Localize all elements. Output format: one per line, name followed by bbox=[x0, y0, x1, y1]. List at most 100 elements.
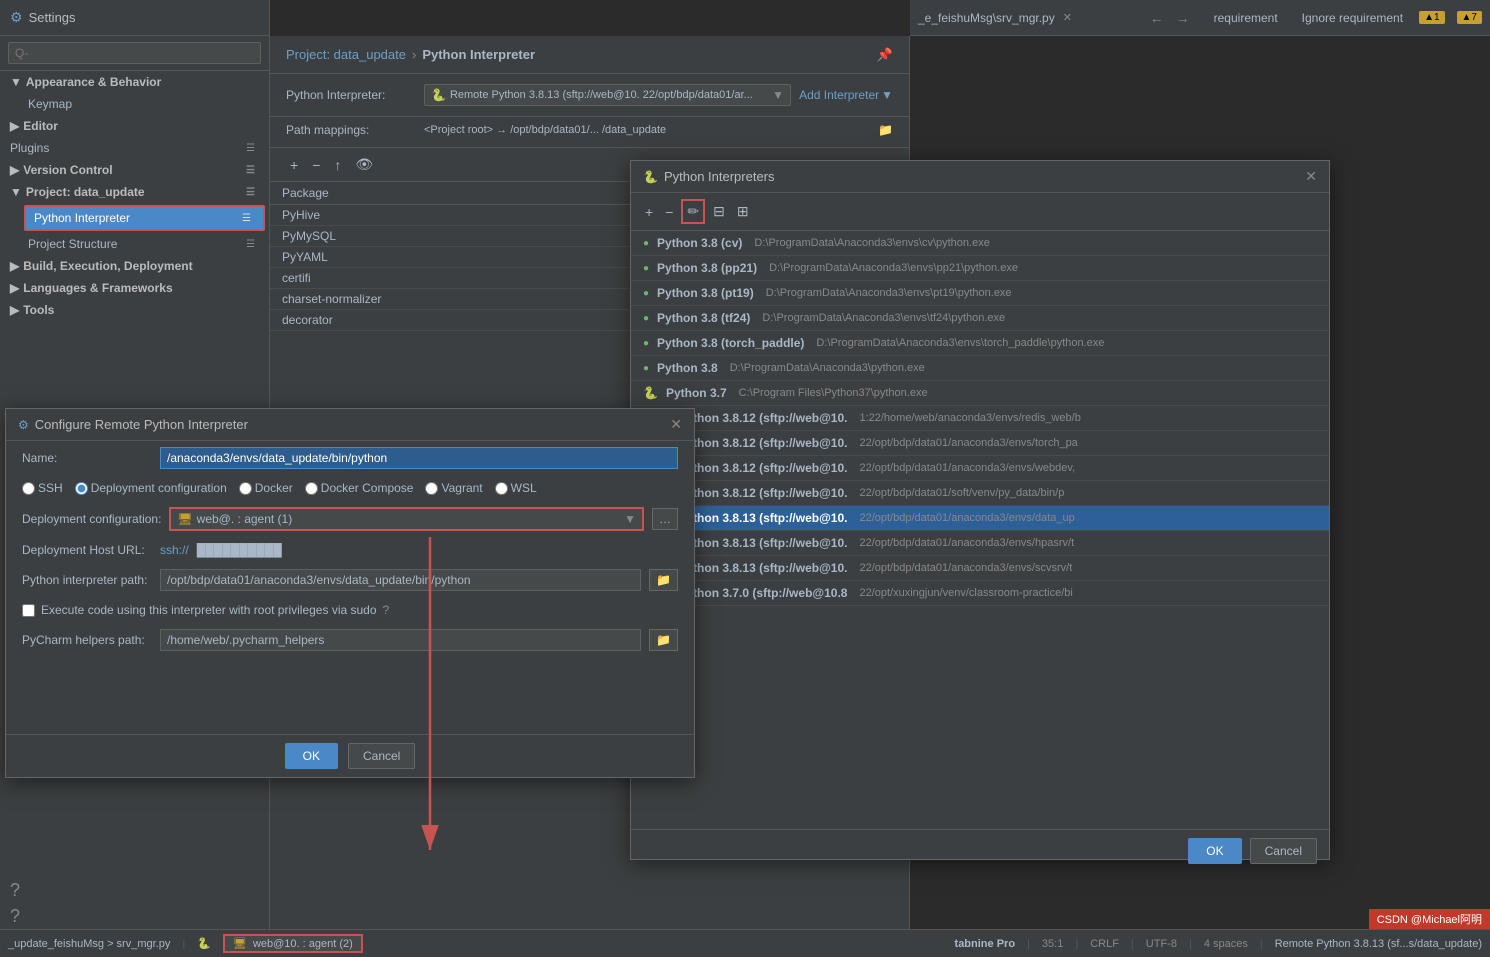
interpreter-list-item[interactable]: ●ote Python 3.8.13 (sftp://web@10.22/opt… bbox=[631, 506, 1329, 531]
interpreter-list-item[interactable]: ●Python 3.8 (pp21)D:\ProgramData\Anacond… bbox=[631, 256, 1329, 281]
status-path: _update_feishuMsg > srv_mgr.py bbox=[8, 938, 170, 950]
interpreter-path: 22/opt/bdp/data01/anaconda3/envs/data_up bbox=[859, 512, 1074, 524]
search-input[interactable] bbox=[8, 42, 261, 64]
status-bar: _update_feishuMsg > srv_mgr.py | 🐍 🖥 web… bbox=[0, 929, 1490, 957]
configure-dialog: ⚙ Configure Remote Python Interpreter ✕ … bbox=[5, 408, 695, 778]
interpreter-list-item[interactable]: ●Python 3.8 (tf24)D:\ProgramData\Anacond… bbox=[631, 306, 1329, 331]
pycharm-icon: ⚙ bbox=[10, 9, 23, 26]
radio-docker[interactable]: Docker bbox=[239, 481, 293, 495]
sidebar-label-project-structure: Project Structure bbox=[28, 237, 242, 251]
configure-dialog-footer: OK Cancel bbox=[6, 734, 694, 777]
pin-icon[interactable]: 📌 bbox=[877, 47, 893, 63]
interpreter-list-item[interactable]: ●ote Python 3.7.0 (sftp://web@10.822/opt… bbox=[631, 581, 1329, 606]
sidebar-item-python-interpreter[interactable]: Python Interpreter ☰ bbox=[24, 205, 265, 231]
radio-ssh[interactable]: SSH bbox=[22, 481, 63, 495]
sidebar-label-vc: Version Control bbox=[23, 163, 242, 177]
sidebar-item-build[interactable]: ▶ Build, Execution, Deployment bbox=[0, 255, 269, 277]
interpreters-cancel-button[interactable]: Cancel bbox=[1250, 838, 1317, 864]
add-interpreter-button[interactable]: Add Interpreter ▼ bbox=[799, 88, 893, 102]
interpreter-select[interactable]: 🐍 Remote Python 3.8.13 (sftp://web@10. 2… bbox=[424, 84, 791, 106]
green-dot-icon: ● bbox=[643, 238, 649, 249]
help-icon[interactable]: ? bbox=[383, 603, 390, 617]
edit-btn-wrapper: ✏ bbox=[681, 199, 705, 224]
interpreter-status: Remote Python 3.8.13 (sf...s/data_update… bbox=[1275, 938, 1482, 950]
interpreter-path: D:\ProgramData\Anaconda3\envs\cv\python.… bbox=[754, 237, 989, 249]
help-icon-1[interactable]: ? bbox=[10, 880, 20, 901]
agent-status-box[interactable]: 🖥 web@10. : agent (2) bbox=[223, 934, 363, 953]
interpreter-list-item[interactable]: ●ote Python 3.8.12 (sftp://web@10.22/opt… bbox=[631, 456, 1329, 481]
radio-docker-compose[interactable]: Docker Compose bbox=[305, 481, 414, 495]
interpreter-path-input[interactable] bbox=[160, 569, 641, 591]
ignore-requirement-tab[interactable]: Ignore requirement bbox=[1294, 7, 1411, 29]
interpreter-list-item[interactable]: ●Python 3.8 (cv)D:\ProgramData\Anaconda3… bbox=[631, 231, 1329, 256]
encoding-status: UTF-8 bbox=[1146, 938, 1177, 950]
help-icon-2[interactable]: ? bbox=[10, 906, 20, 927]
sudo-checkbox-row: Execute code using this interpreter with… bbox=[6, 597, 694, 623]
configure-cancel-button[interactable]: Cancel bbox=[348, 743, 415, 769]
radio-wsl[interactable]: WSL bbox=[495, 481, 537, 495]
package-name: PyYAML bbox=[270, 247, 663, 268]
sidebar-item-project[interactable]: ▼ Project: data_update ☰ bbox=[0, 181, 269, 203]
arrow-icon-tools: ▶ bbox=[10, 303, 19, 317]
line-col: 35:1 bbox=[1042, 938, 1063, 950]
sidebar-item-project-structure[interactable]: Project Structure ☰ bbox=[0, 233, 269, 255]
sidebar-item-appearance[interactable]: ▼ Appearance & Behavior bbox=[0, 71, 269, 93]
name-input[interactable] bbox=[160, 447, 678, 469]
interpreter-list-item[interactable]: ●Python 3.8D:\ProgramData\Anaconda3\pyth… bbox=[631, 356, 1329, 381]
interp-config-button[interactable]: ⊞ bbox=[733, 199, 753, 224]
interpreter-list-item[interactable]: ●Python 3.8 (pt19)D:\ProgramData\Anacond… bbox=[631, 281, 1329, 306]
nav-forward[interactable]: → bbox=[1176, 10, 1190, 26]
interpreter-list-item[interactable]: ●ote Python 3.8.12 (sftp://web@10.22/opt… bbox=[631, 431, 1329, 456]
plugins-badge: ☰ bbox=[246, 143, 255, 154]
interp-filter-button[interactable]: ⊟ bbox=[709, 199, 729, 224]
breadcrumb-project[interactable]: Project: data_update bbox=[286, 47, 406, 62]
configure-dialog-close[interactable]: ✕ bbox=[670, 416, 682, 433]
radio-vagrant[interactable]: Vagrant bbox=[425, 481, 482, 495]
package-name: PyHive bbox=[270, 205, 663, 226]
interpreters-dialog-close[interactable]: ✕ bbox=[1305, 168, 1317, 185]
tab-close-icon[interactable]: ✕ bbox=[1063, 11, 1072, 24]
path-browse-icon[interactable]: 📁 bbox=[878, 123, 893, 137]
interpreters-ok-button[interactable]: OK bbox=[1188, 838, 1241, 864]
sidebar-item-editor[interactable]: ▶ Editor bbox=[0, 115, 269, 137]
interp-remove-button[interactable]: − bbox=[661, 199, 677, 224]
green-dot-icon: ● bbox=[643, 313, 649, 324]
radio-vagrant-label: Vagrant bbox=[441, 481, 482, 495]
interpreter-path: D:\ProgramData\Anaconda3\envs\pt19\pytho… bbox=[766, 287, 1012, 299]
remove-package-button[interactable]: − bbox=[308, 155, 324, 175]
up-package-button[interactable]: ↑ bbox=[330, 155, 345, 175]
add-package-button[interactable]: + bbox=[286, 155, 302, 175]
interpreter-list-item[interactable]: ●ote Python 3.8.12 (sftp://web@10.22/opt… bbox=[631, 481, 1329, 506]
interpreter-list-item[interactable]: ●ote Python 3.8.13 (sftp://web@10.22/opt… bbox=[631, 531, 1329, 556]
sidebar-item-plugins[interactable]: Plugins ☰ bbox=[0, 137, 269, 159]
interpreter-list-item[interactable]: ●ote Python 3.8.12 (sftp://web@10.1:22/h… bbox=[631, 406, 1329, 431]
sidebar-item-tools[interactable]: ▶ Tools bbox=[0, 299, 269, 321]
interpreter-list-item[interactable]: ●ote Python 3.8.13 (sftp://web@10.22/opt… bbox=[631, 556, 1329, 581]
sidebar-label-project: Project: data_update bbox=[26, 185, 242, 199]
package-name: charset-normalizer bbox=[270, 289, 663, 310]
interpreters-dialog-title-bar: 🐍 Python Interpreters ✕ bbox=[631, 161, 1329, 193]
status-separator-2: | bbox=[1027, 938, 1030, 950]
helpers-browse-button[interactable]: 📁 bbox=[649, 629, 678, 651]
nav-back[interactable]: ← bbox=[1150, 10, 1164, 26]
radio-deployment[interactable]: Deployment configuration bbox=[75, 481, 227, 495]
show-package-button[interactable]: 👁 bbox=[351, 154, 377, 175]
top-tab-filename[interactable]: _e_feishuMsg\srv_mgr.py bbox=[918, 11, 1055, 25]
sudo-checkbox[interactable] bbox=[22, 604, 35, 617]
interpreter-path-browse-button[interactable]: 📁 bbox=[649, 569, 678, 591]
interpreter-list-item[interactable]: 🐍Python 3.7C:\Program Files\Python37\pyt… bbox=[631, 381, 1329, 406]
host-url-row: Deployment Host URL: ssh:// ██████████ bbox=[6, 537, 694, 563]
helpers-path-input[interactable] bbox=[160, 629, 641, 651]
interpreter-list-item[interactable]: ●Python 3.8 (torch_paddle)D:\ProgramData… bbox=[631, 331, 1329, 356]
requirement-tab[interactable]: requirement bbox=[1206, 7, 1286, 29]
deployment-config-select[interactable]: 🖥 web@. : agent (1) ▼ bbox=[169, 507, 644, 531]
search-bar[interactable] bbox=[0, 36, 269, 71]
configure-ok-button[interactable]: OK bbox=[285, 743, 338, 769]
interp-edit-button[interactable]: ✏ bbox=[681, 199, 705, 224]
sidebar-item-keymap[interactable]: Keymap bbox=[0, 93, 269, 115]
interp-add-button[interactable]: + bbox=[641, 199, 657, 224]
sidebar-item-version-control[interactable]: ▶ Version Control ☰ bbox=[0, 159, 269, 181]
col-package: Package bbox=[270, 182, 663, 205]
deployment-browse-button[interactable]: … bbox=[652, 508, 678, 530]
sidebar-item-languages[interactable]: ▶ Languages & Frameworks bbox=[0, 277, 269, 299]
